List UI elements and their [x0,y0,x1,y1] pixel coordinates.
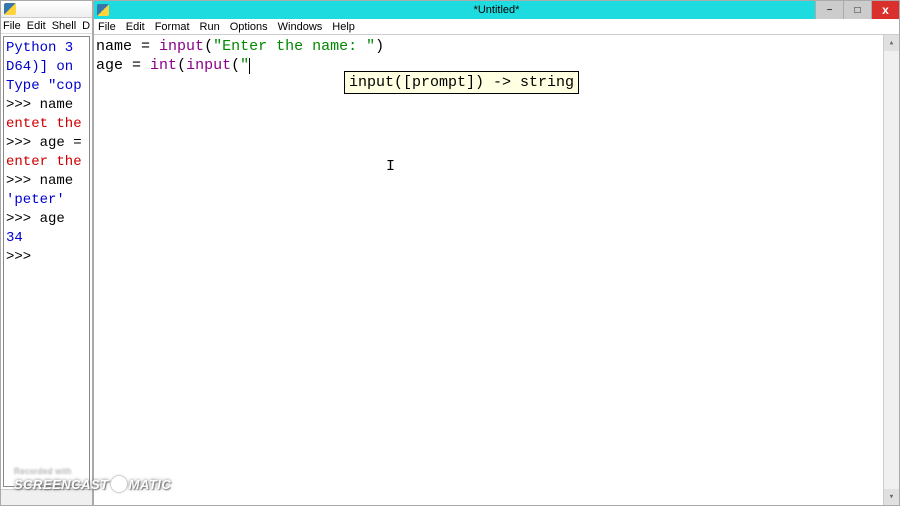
editor-title: *Untitled* [474,4,520,16]
shell-line: entet the [6,116,82,132]
window-controls: − □ x [815,1,899,19]
editor-titlebar[interactable]: *Untitled* − □ x [94,1,899,19]
shell-line: >>> name [6,173,73,189]
code-builtin: input [159,38,204,55]
editor-vscrollbar[interactable]: ▴ ▾ [883,35,899,505]
editor-menu-help[interactable]: Help [332,21,355,33]
maximize-button[interactable]: □ [843,1,871,19]
shell-line: >>> age [6,211,65,227]
code-string: " [240,57,249,74]
python-shell-window: File Edit Shell D Python 3 D64)] on Type… [0,0,93,506]
scroll-up-icon[interactable]: ▴ [884,35,899,51]
editor-menubar: File Edit Format Run Options Windows Hel… [94,19,899,35]
watermark-caption: Recorded with [14,467,171,476]
shell-line: Type "cop [6,78,82,94]
shell-menu-shell[interactable]: Shell [52,20,76,32]
code-text: ( [204,38,213,55]
editor-menu-windows[interactable]: Windows [278,21,323,33]
shell-titlebar[interactable] [1,1,92,18]
code-op: = [141,38,150,55]
shell-line: Python 3 [6,40,73,56]
python-icon [4,3,16,15]
watermark-brand-left: SCREENCAST [14,477,109,492]
editor-menu-run[interactable]: Run [200,21,220,33]
shell-line: 'peter' [6,192,65,208]
python-icon [97,4,109,16]
scroll-track[interactable] [884,51,899,489]
watermark-brand-right: MATIC [129,477,172,492]
shell-line: >>> age = [6,135,82,151]
editor-window: *Untitled* − □ x File Edit Format Run Op… [93,0,900,506]
shell-line: >>> [6,249,40,265]
shell-line: D64)] on [6,59,73,75]
code-text: name [96,38,141,55]
shell-line: >>> name [6,97,73,113]
code-string: "Enter the name: " [213,38,375,55]
minimize-button[interactable]: − [815,1,843,19]
code-editor[interactable]: name = input("Enter the name: ") age = i… [94,35,883,505]
shell-menu-file[interactable]: File [3,20,21,32]
close-button[interactable]: x [871,1,899,19]
editor-menu-options[interactable]: Options [230,21,268,33]
editor-menu-format[interactable]: Format [155,21,190,33]
code-builtin: int [150,57,177,74]
shell-menu-edit[interactable]: Edit [27,20,46,32]
code-text [141,57,150,74]
watermark-brand: SCREENCAST MATIC [14,476,171,492]
code-text: ( [231,57,240,74]
code-text: ( [177,57,186,74]
code-text [150,38,159,55]
shell-menubar: File Edit Shell D [1,18,92,34]
shell-line: 34 [6,230,23,246]
shell-output[interactable]: Python 3 D64)] on Type "cop >>> name ent… [3,36,90,487]
shell-line: enter the [6,154,82,170]
code-text: age [96,57,132,74]
code-op: = [132,57,141,74]
watermark: Recorded with SCREENCAST MATIC [14,467,171,492]
editor-body: name = input("Enter the name: ") age = i… [94,35,899,505]
text-cursor [249,58,250,74]
editor-menu-edit[interactable]: Edit [126,21,145,33]
code-builtin: input [186,57,231,74]
code-text: ) [375,38,384,55]
mouse-text-caret: I [386,157,395,176]
calltip-tooltip: input([prompt]) -> string [344,71,579,94]
shell-menu-debug[interactable]: D [82,20,90,32]
editor-menu-file[interactable]: File [98,21,116,33]
scroll-down-icon[interactable]: ▾ [884,489,899,505]
watermark-logo-icon [111,476,127,492]
